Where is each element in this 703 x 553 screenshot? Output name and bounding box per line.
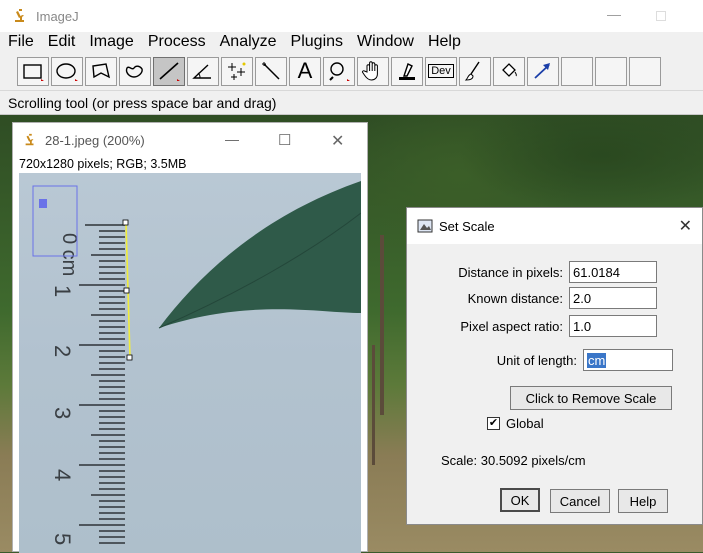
rectangle-tool[interactable] [17, 56, 49, 86]
empty-slot-2 [595, 56, 627, 86]
image-content: 0 cm 1 2 3 4 5 [32, 181, 361, 545]
aspect-ratio-input[interactable] [569, 315, 657, 337]
dialog-close-button[interactable]: ✕ [679, 216, 692, 236]
tree-trunk [372, 345, 375, 465]
scrolling-tool[interactable] [357, 56, 389, 86]
ok-button[interactable]: OK [500, 488, 540, 512]
ruler-label-3: 3 [50, 407, 75, 419]
flood-fill-tool[interactable] [493, 56, 525, 86]
app-title: ImageJ [36, 8, 79, 24]
unit-input[interactable]: cm [583, 349, 673, 371]
unit-label: Unit of length: [496, 352, 577, 368]
arrow-tool[interactable] [527, 56, 559, 86]
arrow-icon [534, 63, 550, 79]
rectangle-icon [23, 64, 44, 81]
imagej-main-window: ImageJ — File Edit Image Process Analyze… [0, 0, 703, 115]
set-scale-dialog: Set Scale ✕ Distance in pixels: Known di… [406, 207, 703, 525]
ruler-label-4: 4 [50, 469, 75, 481]
menu-image[interactable]: Image [89, 33, 133, 51]
text-icon: A [297, 58, 313, 83]
angle-tool[interactable] [187, 56, 219, 86]
menu-file[interactable]: File [8, 33, 34, 51]
minimize-button[interactable]: — [600, 6, 628, 26]
magnifier-icon [329, 62, 350, 81]
image-minimize-button[interactable]: — [225, 131, 239, 147]
global-checkbox[interactable]: ✔ [487, 417, 500, 430]
text-tool[interactable]: A [289, 56, 321, 86]
brush-icon [464, 61, 480, 81]
brush-tool[interactable] [459, 56, 491, 86]
dialog-title: Set Scale [439, 218, 495, 234]
maximize-button[interactable] [656, 11, 666, 21]
wand-icon [262, 62, 280, 80]
menu-bar: File Edit Image Process Analyze Plugins … [0, 32, 703, 52]
color-picker-tool[interactable] [391, 56, 423, 86]
dialog-titlebar: Set Scale ✕ [407, 208, 702, 244]
known-distance-row: Known distance: [429, 287, 657, 309]
status-text: Scrolling tool (or press space bar and d… [8, 94, 277, 111]
aspect-ratio-label: Pixel aspect ratio: [460, 318, 563, 334]
distance-label: Distance in pixels: [458, 264, 563, 280]
microscope-icon [12, 8, 28, 24]
cancel-button[interactable]: Cancel [550, 489, 610, 513]
image-close-button[interactable]: ✕ [331, 131, 344, 151]
line-tool[interactable] [153, 56, 185, 86]
menu-plugins[interactable]: Plugins [291, 33, 343, 51]
menu-help[interactable]: Help [428, 33, 461, 51]
menu-edit[interactable]: Edit [48, 33, 76, 51]
unit-value: cm [587, 352, 607, 368]
freehand-tool[interactable] [119, 56, 151, 86]
ruler [79, 224, 125, 544]
empty-slot-1 [561, 56, 593, 86]
remove-scale-button[interactable]: Click to Remove Scale [510, 386, 672, 410]
navigator-view [39, 199, 47, 208]
known-distance-input[interactable] [569, 287, 657, 309]
image-info: 720x1280 pixels; RGB; 3.5MB [19, 157, 187, 171]
ruler-label-2: 2 [50, 345, 75, 357]
bucket-icon [502, 63, 517, 77]
leaf-shape [159, 181, 361, 328]
unit-row: Unit of length: cm [429, 349, 673, 371]
wand-tool[interactable] [255, 56, 287, 86]
polygon-icon [92, 63, 111, 79]
empty-slot-3 [629, 56, 661, 86]
oval-icon [56, 63, 78, 81]
distance-row: Distance in pixels: [429, 261, 657, 283]
dev-menu-tool[interactable]: Dev [425, 56, 457, 86]
angle-icon [192, 64, 211, 79]
dev-icon: Dev [428, 64, 454, 78]
global-label: Global [506, 416, 544, 431]
tool-bar: A Dev [0, 52, 703, 90]
aspect-ratio-row: Pixel aspect ratio: [429, 315, 657, 337]
main-titlebar: ImageJ — [0, 0, 703, 32]
image-titlebar: 28-1.jpeg (200%) — ☐ ✕ [13, 123, 367, 157]
global-checkbox-row: ✔ Global [487, 416, 544, 431]
status-bar: Scrolling tool (or press space bar and d… [0, 90, 703, 114]
ruler-label-1: 1 [50, 285, 75, 297]
magnifying-tool[interactable] [323, 56, 355, 86]
scale-icon [417, 218, 433, 234]
scale-text: Scale: 30.5092 pixels/cm [441, 453, 586, 468]
oval-tool[interactable] [51, 56, 83, 86]
known-distance-label: Known distance: [467, 290, 563, 306]
menu-window[interactable]: Window [357, 33, 414, 51]
point-tool[interactable] [221, 56, 253, 86]
distance-input[interactable] [569, 261, 657, 283]
image-window: 28-1.jpeg (200%) — ☐ ✕ 720x1280 pixels; … [12, 122, 368, 553]
ruler-label-5: 5 [50, 533, 75, 545]
image-maximize-button[interactable]: ☐ [278, 131, 291, 149]
microscope-icon [23, 133, 37, 147]
hand-icon [361, 61, 378, 81]
image-title: 28-1.jpeg (200%) [45, 132, 145, 148]
eyedropper-icon [399, 63, 415, 80]
menu-process[interactable]: Process [148, 33, 206, 51]
help-button[interactable]: Help [618, 489, 668, 513]
multipoint-icon [228, 62, 246, 80]
straight-line-icon [159, 62, 180, 81]
freehand-icon [125, 65, 143, 78]
tree-trunk [380, 235, 384, 415]
image-canvas[interactable]: 0 cm 1 2 3 4 5 [19, 173, 361, 553]
menu-analyze[interactable]: Analyze [220, 33, 277, 51]
polygon-tool[interactable] [85, 56, 117, 86]
